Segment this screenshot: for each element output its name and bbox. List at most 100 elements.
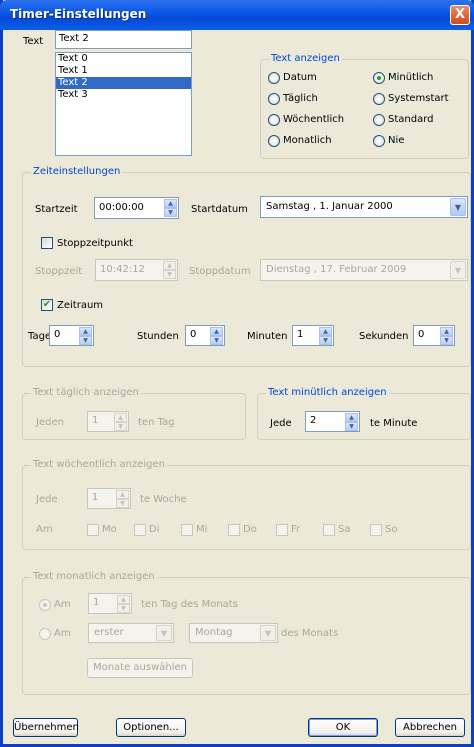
radio-taeglich-label: Täglich xyxy=(283,93,318,104)
spin-down-icon[interactable]: ▼ xyxy=(164,208,177,217)
weekday-checkbox-mi[interactable] xyxy=(181,524,193,536)
monatlich-tag-spinner[interactable]: 1 ▲ ▼ xyxy=(88,593,132,614)
tage-spinner[interactable]: 0 ▲ ▼ xyxy=(49,325,94,346)
spin-up-icon[interactable]: ▲ xyxy=(345,413,358,422)
list-item-selected[interactable]: Text 2 xyxy=(56,77,191,89)
options-button[interactable]: Optionen... xyxy=(116,718,186,737)
stoppzeitpunkt-checkbox[interactable] xyxy=(41,237,53,249)
radio-monatlich[interactable] xyxy=(268,135,280,147)
chevron-down-icon[interactable]: ▼ xyxy=(450,261,466,279)
minuetlich-suffix: te Minute xyxy=(370,418,418,429)
spin-up-icon[interactable]: ▲ xyxy=(117,595,130,604)
weekday-select[interactable]: Montag ▼ xyxy=(189,623,278,643)
spin-down-icon[interactable]: ▼ xyxy=(114,422,127,431)
spin-up-icon[interactable]: ▲ xyxy=(79,327,92,336)
sekunden-spinner[interactable]: 0 ▲ ▼ xyxy=(413,325,455,346)
spin-down-icon[interactable]: ▼ xyxy=(117,604,130,613)
radio-nie[interactable] xyxy=(373,135,385,147)
spin-up-icon[interactable]: ▲ xyxy=(163,261,176,270)
spin-down-icon[interactable]: ▼ xyxy=(440,336,453,345)
stunden-spinner[interactable]: 0 ▲ ▼ xyxy=(185,325,225,346)
stoppzeit-spinner[interactable]: 10:42:12 ▲ ▼ xyxy=(95,259,178,281)
spin-up-icon[interactable]: ▲ xyxy=(440,327,453,336)
woechentlich-prefix: Jede xyxy=(36,494,58,505)
weekday-label-mo: Mo xyxy=(102,524,117,535)
title-bar[interactable]: Timer-Einstellungen X xyxy=(0,0,474,30)
startdatum-picker[interactable]: Samstag , 1. Januar 2000 ▼ xyxy=(260,196,468,218)
minuetlich-value: 2 xyxy=(310,415,317,426)
weekday-checkbox-do[interactable] xyxy=(228,524,240,536)
ordinal-select[interactable]: erster ▼ xyxy=(88,623,174,643)
list-item[interactable]: Text 0 xyxy=(56,53,191,65)
text-anzeigen-group: Text anzeigen Datum Minütlich Täglich Sy… xyxy=(260,53,469,159)
radio-datum-label: Datum xyxy=(283,72,317,83)
radio-standard[interactable] xyxy=(373,114,385,126)
stoppdatum-picker[interactable]: Dienstag , 17. Februar 2009 ▼ xyxy=(260,259,468,281)
minuten-value: 1 xyxy=(297,329,304,340)
list-item[interactable]: Text 1 xyxy=(56,65,191,77)
group-title: Text minütlich anzeigen xyxy=(266,387,389,398)
weekday-label-mi: Mi xyxy=(196,524,208,535)
chevron-down-icon[interactable]: ▼ xyxy=(450,198,466,216)
weekday-checkbox-so[interactable] xyxy=(370,524,382,536)
radio-minuetlich[interactable] xyxy=(373,72,385,84)
taeglich-spinner[interactable]: 1 ▲ ▼ xyxy=(87,411,129,432)
monatlich-group: Text monatlich anzeigen Am 1 ▲ ▼ ten Tag … xyxy=(22,571,471,695)
spin-down-icon[interactable]: ▼ xyxy=(79,336,92,345)
minuten-spinner[interactable]: 1 ▲ ▼ xyxy=(292,325,334,346)
cancel-button[interactable]: Abbrechen xyxy=(395,718,465,737)
radio-am-tag[interactable] xyxy=(39,599,51,611)
weekday-checkbox-di[interactable] xyxy=(134,524,146,536)
spin-down-icon[interactable]: ▼ xyxy=(319,336,332,345)
timer-settings-dialog: Timer-Einstellungen X Text Text 2 Text 0… xyxy=(0,0,474,747)
apply-button[interactable]: Übernehmen xyxy=(13,718,79,737)
zeitraum-checkbox[interactable]: ✔ xyxy=(41,299,53,311)
radio-systemstart-label: Systemstart xyxy=(388,93,449,104)
chevron-down-icon[interactable]: ▼ xyxy=(260,625,276,641)
spin-down-icon[interactable]: ▼ xyxy=(116,499,129,508)
sekunden-value: 0 xyxy=(418,329,425,340)
weekday-checkbox-mo[interactable] xyxy=(87,524,99,536)
spin-up-icon[interactable]: ▲ xyxy=(114,413,127,422)
woechentlich-value: 1 xyxy=(92,492,99,503)
radio-woechentlich-label: Wöchentlich xyxy=(283,114,345,125)
spin-up-icon[interactable]: ▲ xyxy=(210,327,223,336)
spin-up-icon[interactable]: ▲ xyxy=(116,490,129,499)
minuetlich-spinner[interactable]: 2 ▲ ▼ xyxy=(305,411,360,432)
weekday-value: Montag xyxy=(195,627,233,638)
close-button[interactable]: X xyxy=(450,5,470,25)
startdatum-label: Startdatum xyxy=(191,204,248,215)
minuetlich-prefix: Jede xyxy=(270,418,292,429)
select-months-button[interactable]: Monate auswählen xyxy=(87,658,193,678)
zeitraum-label: Zeitraum xyxy=(57,300,104,311)
radio-datum[interactable] xyxy=(268,72,280,84)
woechentlich-spinner[interactable]: 1 ▲ ▼ xyxy=(87,488,131,509)
radio-nie-label: Nie xyxy=(388,135,405,146)
text-list[interactable]: Text 0 Text 1 Text 2 Text 3 xyxy=(55,52,192,156)
chevron-down-icon[interactable]: ▼ xyxy=(156,625,172,641)
radio-systemstart[interactable] xyxy=(373,93,385,105)
weekday-checkbox-sa[interactable] xyxy=(323,524,335,536)
woechentlich-suffix: te Woche xyxy=(140,494,187,505)
weekday-label-di: Di xyxy=(149,524,160,535)
radio-am-wochentag[interactable] xyxy=(39,628,51,640)
spin-down-icon[interactable]: ▼ xyxy=(210,336,223,345)
monatlich-tag-value: 1 xyxy=(93,597,100,608)
spin-up-icon[interactable]: ▲ xyxy=(164,199,177,208)
window-title: Timer-Einstellungen xyxy=(10,7,147,21)
radio-taeglich[interactable] xyxy=(268,93,280,105)
group-title: Zeiteinstellungen xyxy=(31,166,123,177)
minuetlich-group: Text minütlich anzeigen Jede 2 ▲ ▼ te Min… xyxy=(257,387,471,440)
spin-down-icon[interactable]: ▼ xyxy=(163,270,176,279)
radio-woechentlich[interactable] xyxy=(268,114,280,126)
startzeit-spinner[interactable]: 00:00:00 ▲ ▼ xyxy=(94,197,179,219)
spin-down-icon[interactable]: ▼ xyxy=(345,422,358,431)
text-name-input[interactable]: Text 2 xyxy=(55,30,192,49)
am-wochentag-label: Am xyxy=(54,628,71,639)
stoppzeit-value: 10:42:12 xyxy=(100,264,145,275)
spin-up-icon[interactable]: ▲ xyxy=(319,327,332,336)
weekday-checkbox-fr[interactable] xyxy=(276,524,288,536)
taeglich-suffix: ten Tag xyxy=(138,417,175,428)
ok-button[interactable]: OK xyxy=(308,718,378,737)
list-item[interactable]: Text 3 xyxy=(56,89,191,101)
